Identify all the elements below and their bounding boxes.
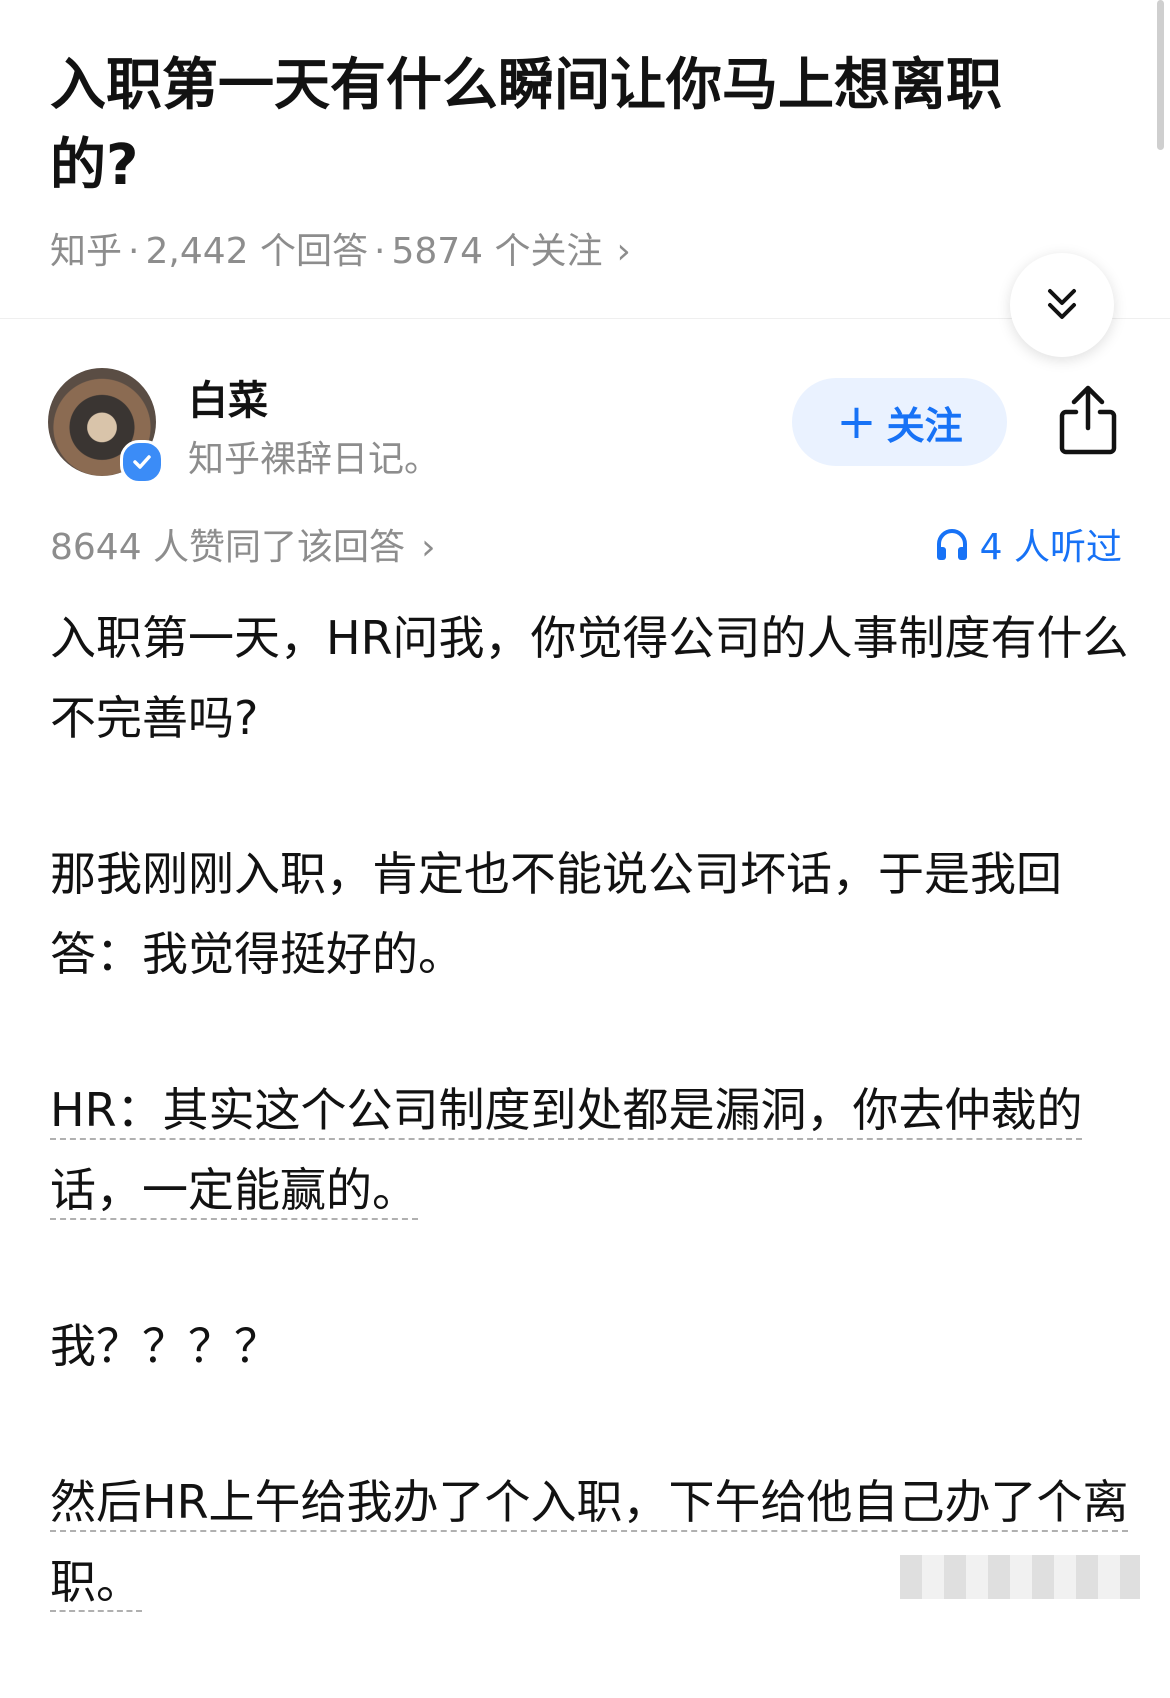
answer-paragraph: 那我刚刚入职，肯定也不能说公司坏话，于是我回答：我觉得挺好的。 bbox=[50, 847, 1062, 981]
chevron-right-icon: › bbox=[616, 231, 631, 272]
author-bio: 知乎裸辞日记。 bbox=[188, 439, 441, 480]
author-name[interactable]: 白菜 bbox=[188, 368, 268, 426]
divider bbox=[0, 318, 1170, 319]
double-chevron-down-icon bbox=[1048, 289, 1076, 319]
upvote-summary[interactable]: 8644 人赞同了该回答 › bbox=[50, 518, 435, 570]
answer-content: 入职第一天，HR问我，你觉得公司的人事制度有什么不完善吗? 那我刚刚入职，肯定也… bbox=[50, 598, 1130, 1698]
source-label: 知乎 bbox=[50, 231, 123, 272]
listen-count: 4 人听过 bbox=[979, 527, 1122, 568]
meta-separator: · bbox=[373, 231, 386, 272]
answer-paragraph: 入职第一天，HR问我，你觉得公司的人事制度有什么不完善吗? bbox=[50, 611, 1129, 745]
follow-count: 5874 个关注 bbox=[391, 231, 603, 272]
follow-label: 关注 bbox=[886, 403, 963, 448]
question-meta[interactable]: 知乎 · 2,442 个回答 · 5874 个关注 › bbox=[50, 222, 631, 274]
listen-count-button[interactable]: 4 人听过 bbox=[934, 518, 1122, 570]
highlighted-text[interactable]: HR：其实这个公司制度到处都是漏洞，你去仲裁的话，一定能赢的。 bbox=[50, 1083, 1083, 1217]
question-title[interactable]: 入职第一天有什么瞬间让你马上想离职的? bbox=[50, 46, 1060, 206]
upvote-count: 8644 人赞同了该回答 bbox=[50, 527, 406, 568]
verified-badge-icon bbox=[120, 440, 164, 484]
meta-separator: · bbox=[128, 231, 140, 272]
collapse-button[interactable] bbox=[1010, 253, 1114, 357]
chevron-right-icon: › bbox=[421, 527, 436, 568]
plus-icon: + bbox=[836, 394, 877, 450]
answer-paragraph: 我？？？？ bbox=[50, 1319, 280, 1373]
share-icon[interactable] bbox=[1056, 384, 1120, 456]
follow-button[interactable]: + 关注 bbox=[792, 378, 1007, 466]
scrollbar[interactable] bbox=[1157, 0, 1164, 150]
watermark bbox=[900, 1555, 1140, 1599]
answer-count: 2,442 个回答 bbox=[145, 231, 368, 272]
headphones-icon bbox=[936, 529, 967, 560]
answer-paragraph: HR：其实这个公司制度到处都是漏洞，你去仲裁的话，一定能赢的。 bbox=[50, 1070, 1130, 1230]
